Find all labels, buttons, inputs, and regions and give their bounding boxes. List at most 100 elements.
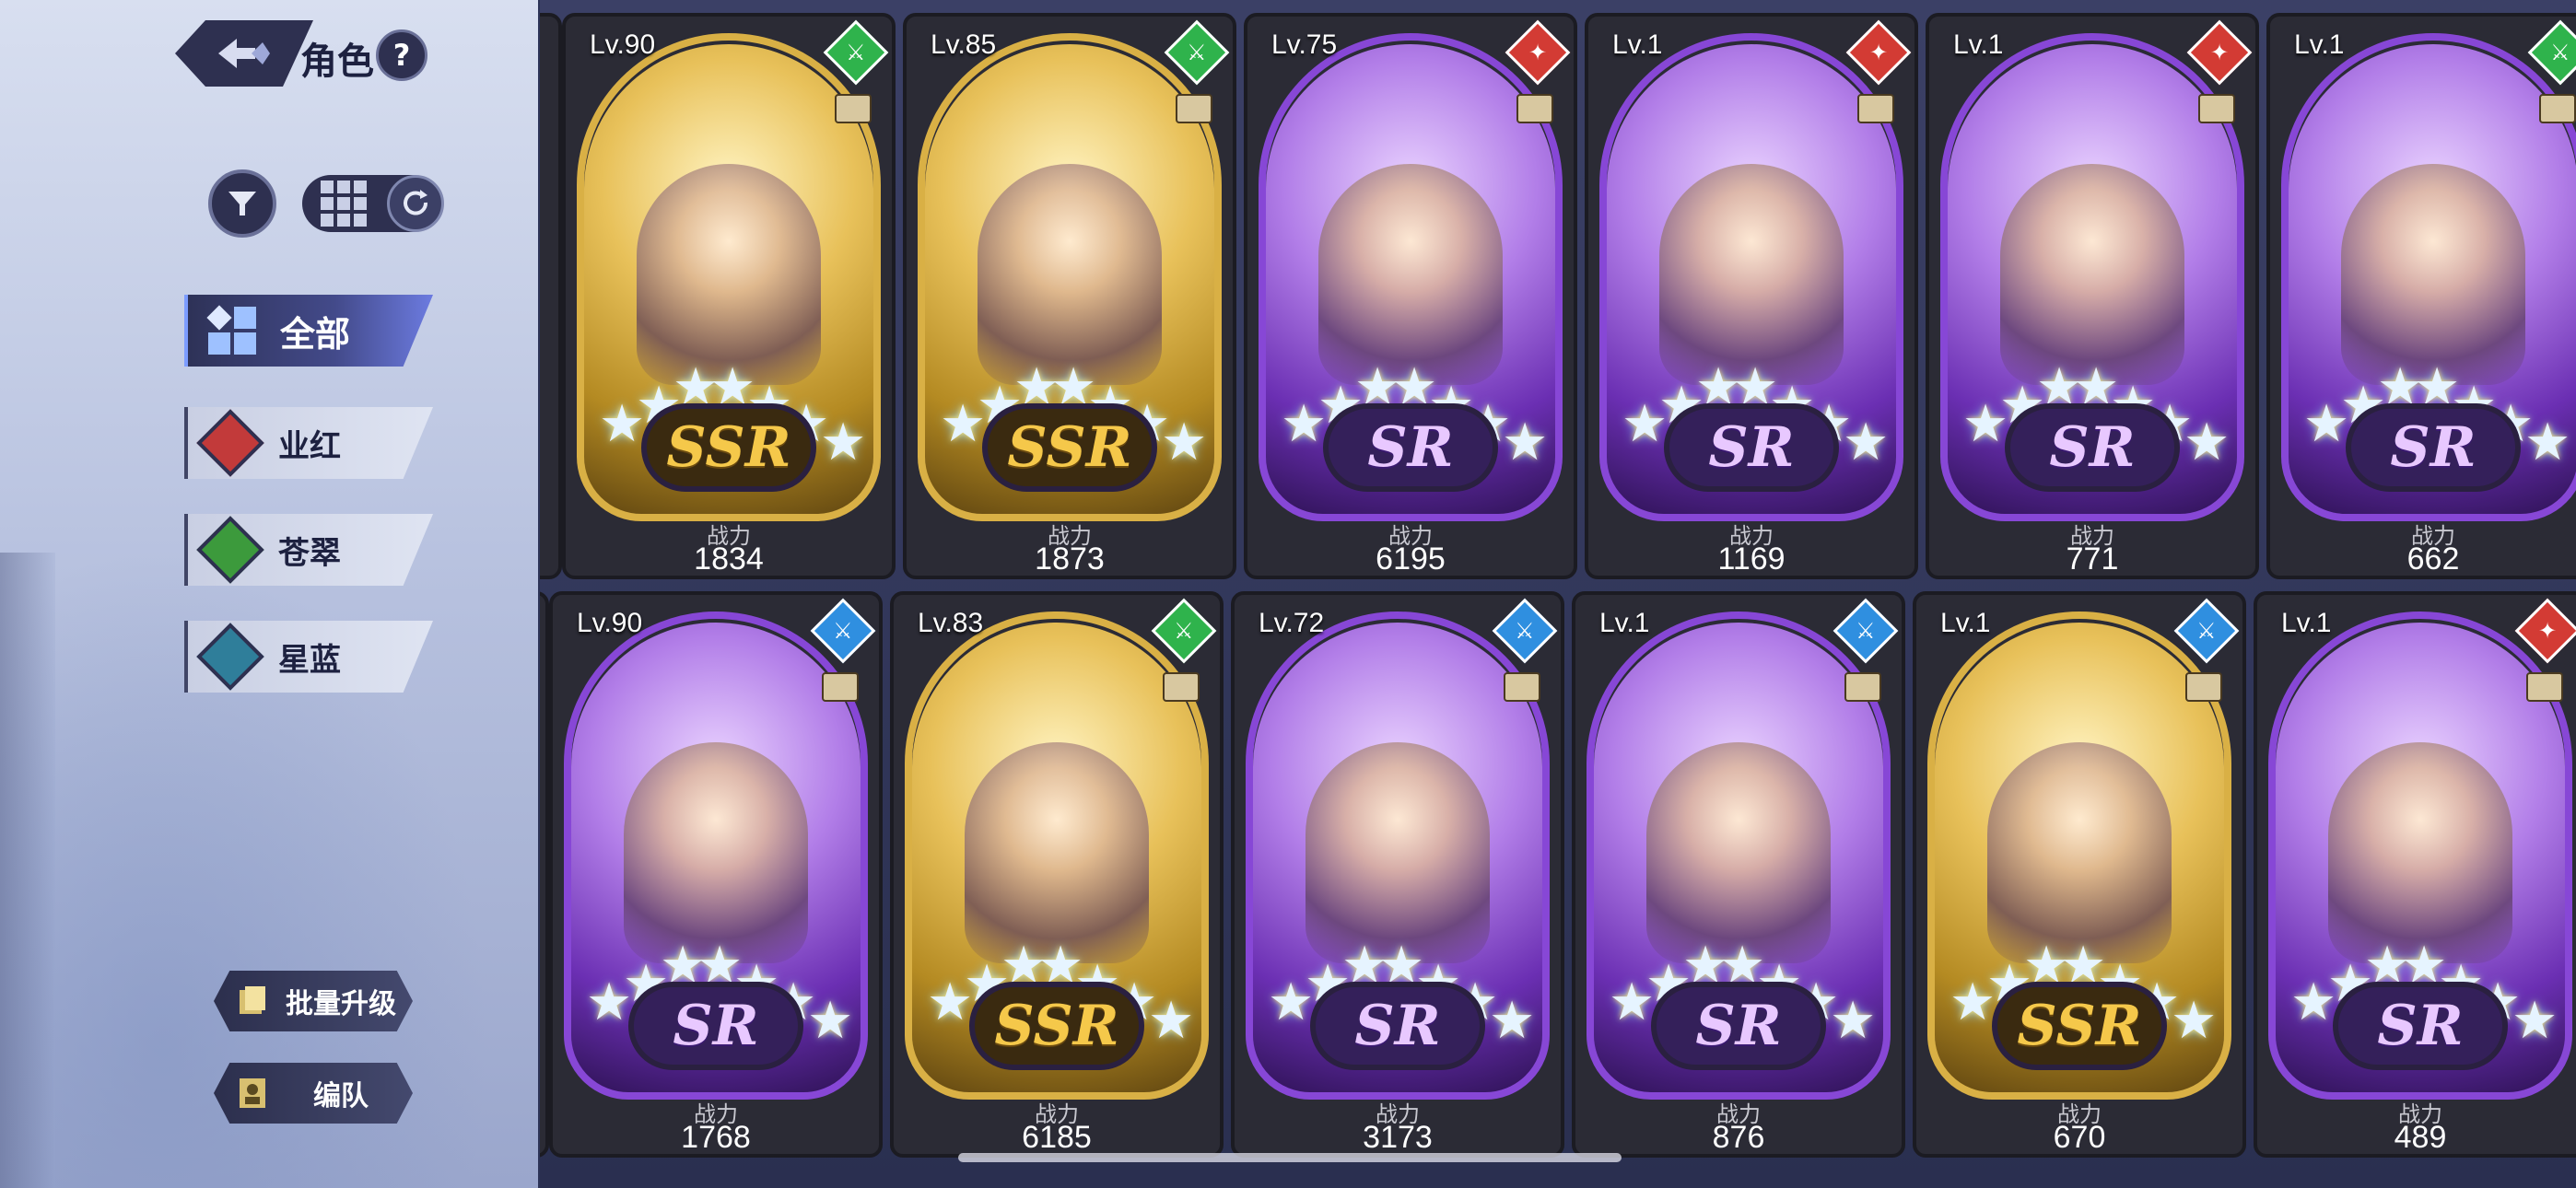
level-label: Lv.1 <box>1940 608 1991 638</box>
rarity-badge: SR <box>1651 982 1826 1070</box>
ticket-icon <box>1163 672 1200 702</box>
batch-upgrade-button[interactable]: 批量升级 <box>214 971 413 1031</box>
horizontal-scrollbar[interactable] <box>958 1153 1622 1162</box>
rarity-badge: SR <box>1323 403 1498 492</box>
rarity-badge: SR <box>1310 982 1485 1070</box>
help-button[interactable]: ? <box>376 29 427 81</box>
ticket-icon <box>2526 672 2563 702</box>
power-value: 6185 <box>1022 1120 1092 1155</box>
star-icon: ★ <box>2171 991 2218 1051</box>
character-card[interactable]: Lv.90⚔★★★★★★★SR战力1768 <box>549 591 883 1158</box>
rarity-badge: SR <box>628 982 803 1070</box>
character-card[interactable]: Lv.72⚔★★★★★★★SR战力3173 <box>1231 591 1564 1158</box>
star-icon: ★ <box>1161 413 1208 472</box>
character-card[interactable]: Lv.1✦★★★★★★★SR战力771 <box>1926 13 2259 579</box>
ticket-icon <box>2185 672 2222 702</box>
ticket-icon <box>1844 672 1881 702</box>
grid-icon <box>321 181 367 227</box>
ticket-icon <box>2198 94 2235 123</box>
help-icon: ? <box>392 38 411 73</box>
level-label: Lv.1 <box>1953 29 2004 60</box>
star-icon: ★ <box>1843 413 1890 472</box>
power-value: 1873 <box>1035 542 1105 577</box>
level-label: Lv.1 <box>1612 29 1663 60</box>
category-label: 业红 <box>278 427 341 465</box>
star-icon: ★ <box>820 413 867 472</box>
red-gem-icon <box>196 409 264 477</box>
rarity-badge: SR <box>1664 403 1839 492</box>
partial-card-left[interactable] <box>540 13 562 579</box>
page-title: 角色 <box>300 41 374 83</box>
level-label: Lv.1 <box>2294 29 2345 60</box>
filter-button[interactable] <box>208 169 276 238</box>
power-value: 1834 <box>694 542 764 577</box>
rarity-badge: SSR <box>969 982 1144 1070</box>
character-card[interactable]: Lv.1✦★★★★★★★SR战力1169 <box>1585 13 1918 579</box>
level-label: Lv.90 <box>590 29 656 60</box>
character-card[interactable]: Lv.83⚔★★★★★★★SSR战力6185 <box>890 591 1224 1158</box>
all-icon <box>206 305 256 355</box>
star-icon: ★ <box>1502 413 1549 472</box>
ticket-icon <box>1516 94 1553 123</box>
category-red[interactable]: 业红 <box>184 407 433 479</box>
character-card[interactable]: Lv.1⚔★★★★★★★SSR战力670 <box>1913 591 2246 1158</box>
batch-upgrade-label: 批量升级 <box>286 988 396 1020</box>
level-label: Lv.72 <box>1259 608 1325 638</box>
star-icon: ★ <box>807 991 854 1051</box>
star-icon: ★ <box>1148 991 1195 1051</box>
character-card[interactable]: Lv.1✦★★★★★★★SR战力489 <box>2254 591 2576 1158</box>
power-value: 662 <box>2406 542 2460 577</box>
power-value: 489 <box>2394 1120 2447 1155</box>
character-card[interactable]: Lv.85⚔★★★★★★★SSR战力1873 <box>903 13 1236 579</box>
team-label: 编队 <box>313 1080 369 1112</box>
level-label: Lv.75 <box>1271 29 1338 60</box>
power-value: 670 <box>2053 1120 2106 1155</box>
category-label: 苍翠 <box>278 534 341 572</box>
character-card[interactable]: Lv.1⚔★★★★★★★SR战力876 <box>1572 591 1905 1158</box>
refresh-icon <box>404 190 428 215</box>
ticket-icon <box>1176 94 1212 123</box>
sidebar: 角色 ? 全部 业红 苍翠 星蓝 批量升级 编队 <box>0 0 544 1188</box>
rarity-badge: SR <box>2346 403 2521 492</box>
character-card[interactable]: Lv.90⚔★★★★★★★SSR战力1834 <box>562 13 896 579</box>
category-label: 星蓝 <box>278 641 341 679</box>
ticket-icon <box>822 672 859 702</box>
level-label: Lv.90 <box>577 608 643 638</box>
star-icon: ★ <box>1489 991 1536 1051</box>
category-green[interactable]: 苍翠 <box>184 514 433 586</box>
rarity-badge: SSR <box>641 403 816 492</box>
level-label: Lv.1 <box>1599 608 1650 638</box>
back-button[interactable] <box>175 20 313 87</box>
blue-gem-icon <box>196 623 264 691</box>
partial-card-left[interactable] <box>540 591 549 1158</box>
power-value: 1169 <box>1717 542 1786 577</box>
refresh-button[interactable] <box>387 175 444 232</box>
power-value: 1768 <box>681 1120 751 1155</box>
power-value: 876 <box>1712 1120 1765 1155</box>
green-gem-icon <box>196 516 264 584</box>
category-blue[interactable]: 星蓝 <box>184 621 433 693</box>
rarity-badge: SSR <box>982 403 1157 492</box>
power-value: 6195 <box>1376 542 1446 577</box>
decor-pillar <box>0 553 55 1188</box>
category-all[interactable]: 全部 <box>184 295 433 367</box>
character-card[interactable]: Lv.75✦★★★★★★★SR战力6195 <box>1244 13 1577 579</box>
level-label: Lv.1 <box>2281 608 2332 638</box>
ticket-icon <box>835 94 872 123</box>
star-icon: ★ <box>1830 991 1877 1051</box>
category-label: 全部 <box>280 313 351 355</box>
character-grid: Lv.90⚔★★★★★★★SSR战力1834Lv.85⚔★★★★★★★SSR战力… <box>540 0 2576 1188</box>
power-value: 3173 <box>1363 1120 1433 1155</box>
star-icon: ★ <box>2524 413 2571 472</box>
upgrade-icon <box>240 986 265 1014</box>
team-icon <box>240 1078 265 1108</box>
character-card[interactable]: Lv.1⚔★★★★★★★SR战力662 <box>2266 13 2576 579</box>
ticket-icon <box>1504 672 1540 702</box>
rarity-badge: SR <box>2333 982 2508 1070</box>
star-icon: ★ <box>2512 991 2558 1051</box>
ticket-icon <box>1857 94 1894 123</box>
level-label: Lv.83 <box>918 608 984 638</box>
rarity-badge: SR <box>2005 403 2180 492</box>
team-button[interactable]: 编队 <box>214 1063 413 1124</box>
level-label: Lv.85 <box>931 29 997 60</box>
